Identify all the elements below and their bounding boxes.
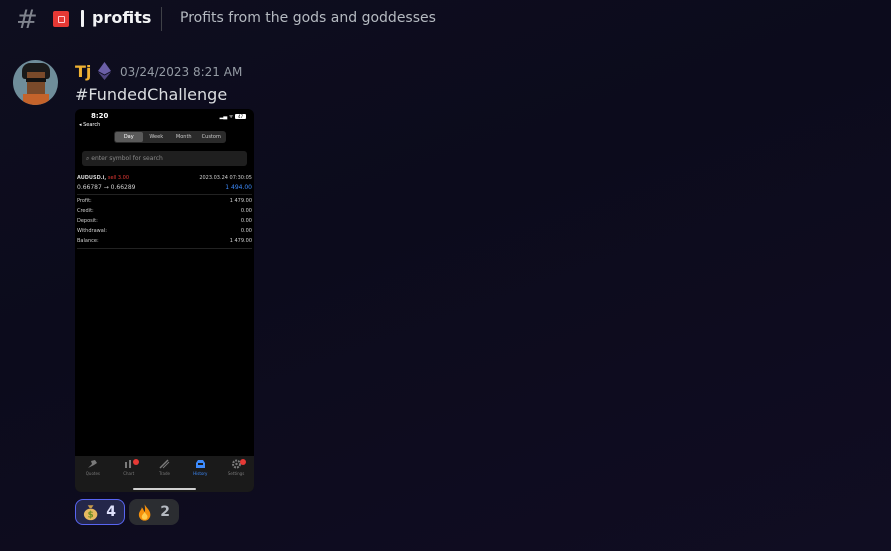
- summary-row: Credit: 0.00: [77, 208, 252, 214]
- hash-icon: #: [16, 5, 38, 35]
- svg-text:$: $: [88, 511, 94, 521]
- channel-topic[interactable]: Profits from the gods and goddesses: [180, 10, 436, 26]
- channel-header: # profits Profits from the gods and godd…: [0, 0, 891, 38]
- message-timestamp: 03/24/2023 8:21 AM: [120, 65, 243, 79]
- tab-quotes: Quotes: [75, 459, 111, 492]
- fire-emoji: [138, 504, 151, 521]
- header-divider: [161, 7, 162, 31]
- period-month: Month: [175, 134, 192, 140]
- battery-icon: 47: [235, 114, 246, 119]
- quotes-icon: [88, 460, 98, 468]
- channel-name-separator: [81, 10, 84, 27]
- summary-row: Deposit: 0.00: [77, 218, 252, 224]
- red-square-emoji: [53, 11, 69, 27]
- reaction-money-bag[interactable]: $ 4: [75, 499, 125, 525]
- period-week: Week: [149, 134, 164, 140]
- summary-row: Balance: 1 479.00: [77, 238, 252, 244]
- reaction-count: 2: [160, 504, 170, 520]
- image-attachment[interactable]: 8:20 ▂▄ ᯤ 47 ◂ Search Day Week Month Cus…: [75, 109, 254, 492]
- message-content: #FundedChallenge: [75, 85, 228, 104]
- phone-status-icons: ▂▄ ᯤ 47: [220, 114, 246, 120]
- reaction-fire[interactable]: 2: [129, 499, 179, 525]
- phone-status-time: 8:20: [91, 112, 109, 120]
- deal-row-header: AUDUSD.i, sell 3.00 2023.03.24 07:30:05: [77, 175, 252, 181]
- phone-tab-bar: Quotes Chart Trade History Settings: [75, 456, 254, 492]
- summary-row: Withdrawal: 0.00: [77, 228, 252, 234]
- home-indicator: [133, 488, 196, 490]
- period-segmented-control: Day Week Month Custom: [114, 131, 226, 143]
- period-custom: Custom: [201, 134, 221, 140]
- reaction-count: 4: [106, 504, 116, 520]
- avatar[interactable]: [13, 60, 58, 105]
- trade-icon: [159, 459, 170, 469]
- phone-search-field: ⌕ enter symbol for search: [82, 151, 247, 166]
- channel-name: profits: [92, 8, 152, 27]
- money-bag-emoji: $: [83, 505, 98, 521]
- phone-back-link: ◂ Search: [79, 122, 101, 128]
- tab-settings: Settings: [218, 459, 254, 492]
- deal-row-prices: 0.66787 → 0.66289 1 494.00: [77, 184, 252, 191]
- summary-row: Profit: 1 479.00: [77, 198, 252, 204]
- period-day: Day: [115, 132, 143, 142]
- message-author[interactable]: Tj: [75, 62, 91, 81]
- ethereum-diamond-icon[interactable]: [98, 62, 111, 80]
- history-inbox-icon: [195, 460, 205, 468]
